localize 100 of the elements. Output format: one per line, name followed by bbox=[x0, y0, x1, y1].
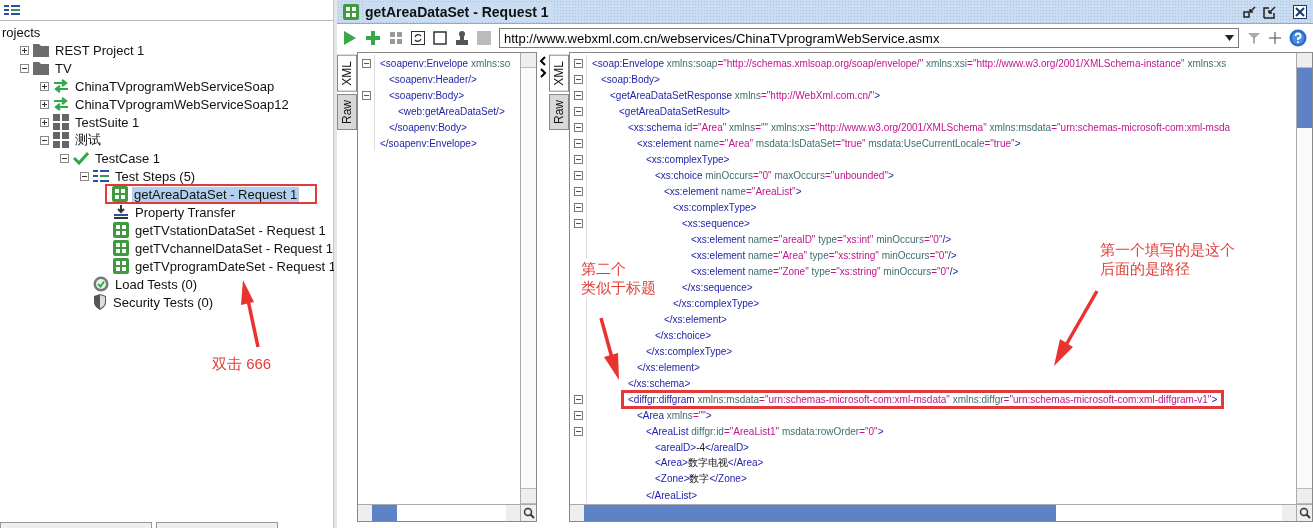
tree-item[interactable]: TestCase 1 bbox=[93, 150, 163, 166]
shield-icon bbox=[93, 294, 107, 310]
close-icon[interactable] bbox=[1293, 4, 1307, 19]
tree-item[interactable]: ChinaTVprogramWebServiceSoap bbox=[73, 78, 277, 94]
tree-item[interactable]: Property Transfer bbox=[133, 204, 238, 220]
tree-item[interactable]: rojects bbox=[0, 24, 43, 40]
tree-item[interactable]: getTVstationDataSet - Request 1 bbox=[133, 222, 328, 238]
expand-toggle[interactable] bbox=[20, 45, 29, 55]
code-line: </xs:choice> bbox=[654, 329, 713, 341]
code-line: <xs:element name="AreaList"> bbox=[663, 185, 803, 197]
horizontal-scrollbar[interactable] bbox=[570, 505, 1296, 521]
dock-icon[interactable] bbox=[1243, 4, 1257, 19]
fold-toggle[interactable] bbox=[573, 186, 583, 196]
soap-icon bbox=[343, 3, 359, 20]
expand-toggle[interactable] bbox=[40, 117, 49, 127]
soap-icon bbox=[113, 222, 129, 238]
code-line: <getAreaDataSetResult> bbox=[618, 105, 732, 117]
list-icon[interactable] bbox=[4, 5, 20, 15]
tree-item[interactable]: REST Project 1 bbox=[53, 42, 147, 58]
code-line: <soapenv:Header/> bbox=[388, 73, 478, 85]
tree-item[interactable]: getAreaDataSet - Request 1 bbox=[132, 186, 300, 202]
code-line: <xs:sequence> bbox=[681, 217, 751, 229]
code-line: <soap:Body> bbox=[600, 73, 661, 85]
fold-toggle[interactable] bbox=[573, 74, 583, 84]
fold-toggle[interactable] bbox=[573, 122, 583, 132]
tree-item[interactable]: Load Tests (0) bbox=[113, 276, 200, 292]
fold-toggle[interactable] bbox=[573, 138, 583, 148]
code-line: <xs:element name="Area" type="xs:string" minOccurs="0"/> bbox=[690, 249, 958, 261]
code-line: <Area>数字电视</Area> bbox=[654, 456, 765, 470]
code-line: </xs:complexType> bbox=[672, 297, 761, 309]
gauge-icon bbox=[93, 276, 109, 292]
collapse-toggle[interactable] bbox=[80, 171, 89, 181]
grid-icon bbox=[53, 132, 69, 148]
tree-item[interactable]: getTVchannelDataSet - Request 1 bbox=[133, 240, 335, 256]
soap-icon bbox=[113, 258, 129, 274]
stamp-icon[interactable] bbox=[455, 30, 469, 46]
code-line: <AreaList diffgr:id="AreaList1" msdata:rowOrder="0"> bbox=[645, 425, 885, 437]
code-line: <arealD>-4</arealD> bbox=[654, 441, 750, 453]
code-line: <xs:choice minOccurs="0" maxOccurs="unbounded"> bbox=[654, 169, 895, 181]
fold-toggle[interactable] bbox=[573, 218, 583, 228]
fold-toggle[interactable] bbox=[361, 58, 371, 68]
fold-toggle[interactable] bbox=[573, 90, 583, 100]
tree-item[interactable]: TV bbox=[53, 60, 74, 76]
window-title: getAreaDataSet - Request 1 bbox=[365, 3, 553, 20]
expand-toggle[interactable] bbox=[40, 81, 49, 91]
split-arrows-icon[interactable] bbox=[539, 56, 547, 78]
code-line: <xs:element name="arealD" type="xs:int" minOccurs="0"/> bbox=[690, 233, 953, 245]
endpoint-dropdown[interactable]: http://www.webxml.com.cn/webservices/ChinaTVprogramWebService.asmx bbox=[499, 28, 1239, 48]
annotation-text: 第一个填写的是这个 bbox=[1100, 240, 1235, 259]
fold-toggle[interactable] bbox=[361, 90, 371, 100]
tree-item[interactable]: Test Steps (5) bbox=[113, 168, 198, 184]
fold-toggle[interactable] bbox=[573, 410, 583, 420]
editor-tab[interactable]: Raw bbox=[549, 93, 569, 130]
code-line: </xs:element> bbox=[636, 361, 701, 373]
swap-arrows-icon bbox=[53, 79, 69, 93]
square-icon[interactable] bbox=[433, 31, 447, 45]
vertical-scrollbar[interactable] bbox=[520, 53, 536, 504]
expand-toggle[interactable] bbox=[40, 99, 49, 109]
collapse-toggle[interactable] bbox=[40, 135, 49, 145]
fold-toggle[interactable] bbox=[573, 394, 583, 404]
code-line: <soapenv:Envelope xmlns:so bbox=[379, 57, 512, 69]
code-line: </AreaList> bbox=[645, 489, 699, 501]
code-line: </soapenv:Body> bbox=[388, 121, 468, 133]
fold-toggle[interactable] bbox=[573, 170, 583, 180]
editor-tab[interactable]: XML bbox=[549, 55, 569, 92]
annotation-text: 双击 666 bbox=[212, 354, 272, 373]
code-line: </soapenv:Envelope> bbox=[379, 137, 478, 149]
vertical-scrollbar[interactable] bbox=[1296, 53, 1312, 504]
code-line: <web:getAreaDataSet/> bbox=[397, 105, 506, 117]
collapse-toggle[interactable] bbox=[60, 153, 69, 163]
tree-item[interactable]: TestSuite 1 bbox=[73, 114, 142, 130]
collapse-toggle[interactable] bbox=[20, 63, 29, 73]
fold-toggle[interactable] bbox=[573, 202, 583, 212]
play-icon[interactable] bbox=[343, 30, 357, 46]
code-line: </xs:element> bbox=[663, 313, 728, 325]
horizontal-scrollbar[interactable] bbox=[358, 505, 520, 521]
fold-toggle[interactable] bbox=[573, 58, 583, 68]
annotation-text: 第二个 bbox=[581, 259, 627, 278]
tree-item[interactable]: 测试 bbox=[73, 131, 103, 149]
checkmark-icon bbox=[73, 151, 89, 165]
fold-toggle[interactable] bbox=[573, 154, 583, 164]
help-icon[interactable] bbox=[1289, 29, 1307, 47]
code-line: </xs:sequence> bbox=[681, 281, 754, 293]
grid-icon[interactable] bbox=[389, 31, 403, 45]
editor-tab[interactable]: Raw bbox=[337, 93, 357, 130]
code-line: <xs:element name="Zone" type="xs:string" minOccurs="0"/> bbox=[690, 265, 960, 277]
caret-icon bbox=[1225, 35, 1234, 41]
tree-item[interactable]: Security Tests (0) bbox=[111, 294, 216, 310]
editor-tab[interactable]: XML bbox=[337, 55, 357, 92]
magnifier-icon[interactable] bbox=[522, 507, 535, 519]
fold-toggle[interactable] bbox=[573, 426, 583, 436]
magnifier-icon[interactable] bbox=[1298, 507, 1311, 519]
soap-icon bbox=[113, 240, 129, 256]
code-line: <xs:element name="Area" msdata:IsDataSet="true" msdata:UseCurrentLocale="true"> bbox=[636, 137, 1022, 149]
fold-toggle[interactable] bbox=[573, 106, 583, 116]
tree-item[interactable]: ChinaTVprogramWebServiceSoap12 bbox=[73, 96, 291, 112]
plus-icon[interactable] bbox=[1269, 32, 1281, 44]
dock-icon[interactable] bbox=[1263, 4, 1277, 19]
refresh-icon[interactable] bbox=[411, 31, 425, 45]
plus-icon[interactable] bbox=[365, 30, 381, 46]
